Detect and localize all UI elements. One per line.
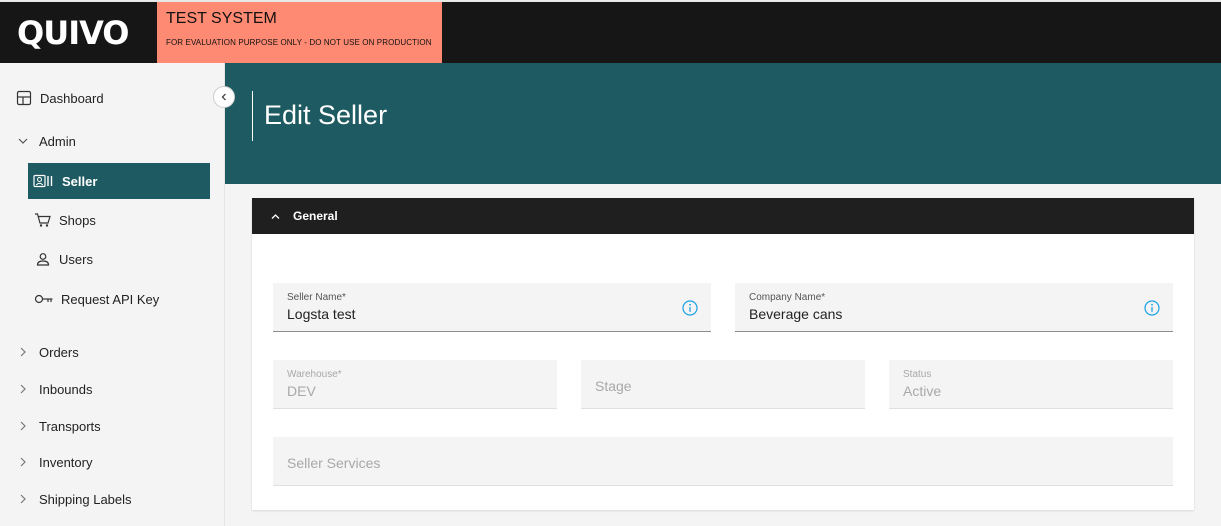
company-name-field[interactable]: Company Name* Beverage cans: [735, 283, 1173, 332]
seller-icon: [33, 172, 55, 190]
page-header: Edit Seller: [225, 63, 1221, 184]
sidebar-item-request-api-key[interactable]: Request API Key: [0, 281, 225, 317]
sidebar-item-inbounds[interactable]: Inbounds: [0, 371, 225, 407]
sidebar-item-label: Orders: [39, 344, 79, 360]
general-section-header[interactable]: General: [252, 198, 1194, 234]
sidebar-item-label: Transports: [39, 418, 101, 434]
sidebar-item-shipping-labels[interactable]: Shipping Labels: [0, 481, 225, 517]
warehouse-field: Warehouse* DEV: [273, 360, 557, 409]
sidebar-item-seller[interactable]: Seller: [28, 163, 210, 199]
sidebar-item-label: Inbounds: [39, 381, 93, 397]
sidebar: Dashboard Admin Seller Shops Users Reque…: [0, 63, 225, 526]
quivo-logo[interactable]: QUIVO: [17, 15, 129, 51]
sidebar-item-admin[interactable]: Admin: [0, 123, 225, 159]
seller-name-value: Logsta test: [287, 306, 356, 322]
chevron-right-icon: [17, 417, 29, 435]
info-icon[interactable]: [1144, 300, 1160, 316]
seller-services-placeholder: Seller Services: [287, 455, 381, 471]
section-title: General: [293, 209, 338, 223]
chevron-right-icon: [17, 343, 29, 361]
sidebar-item-label: Request API Key: [61, 291, 160, 307]
collapse-sidebar-button[interactable]: [213, 86, 235, 108]
key-icon: [34, 290, 54, 308]
chevron-right-icon: [17, 380, 29, 398]
sidebar-item-label: Users: [59, 251, 93, 267]
company-name-value: Beverage cans: [749, 306, 843, 322]
chevron-right-icon: [17, 453, 29, 471]
sidebar-item-label: Shops: [59, 212, 96, 228]
test-system-title: TEST SYSTEM: [166, 10, 277, 27]
sidebar-item-dashboard[interactable]: Dashboard: [0, 80, 225, 116]
status-label: Status: [903, 369, 932, 380]
user-icon: [34, 250, 52, 268]
stage-field: Stage: [581, 360, 865, 409]
warehouse-value: DEV: [287, 383, 316, 399]
seller-services-field: Seller Services: [273, 437, 1173, 486]
sidebar-item-label: Seller: [62, 173, 98, 189]
header-divider: [252, 91, 253, 141]
sidebar-item-users[interactable]: Users: [0, 241, 225, 277]
sidebar-item-label: Admin: [39, 133, 76, 149]
sidebar-item-label: Dashboard: [40, 90, 104, 106]
chevron-down-icon: [17, 132, 29, 150]
chevron-right-icon: [17, 490, 29, 508]
dashboard-icon: [15, 89, 33, 107]
company-name-label: Company Name*: [749, 292, 826, 303]
info-icon[interactable]: [682, 300, 698, 316]
top-bar: QUIVO TEST SYSTEM FOR EVALUATION PURPOSE…: [0, 0, 1221, 63]
stage-placeholder: Stage: [595, 378, 632, 394]
test-system-banner: TEST SYSTEM FOR EVALUATION PURPOSE ONLY …: [157, 2, 442, 63]
general-section: General Seller Name* Logsta test Company…: [252, 198, 1194, 510]
sidebar-item-shops[interactable]: Shops: [0, 202, 225, 238]
status-field: Status Active: [889, 360, 1173, 409]
warehouse-label: Warehouse*: [287, 369, 342, 380]
sidebar-item-orders[interactable]: Orders: [0, 334, 225, 370]
page-title: Edit Seller: [264, 100, 388, 130]
chevron-up-icon: [270, 211, 281, 222]
sidebar-item-label: Shipping Labels: [39, 491, 132, 507]
test-system-note: FOR EVALUATION PURPOSE ONLY - DO NOT USE…: [166, 38, 432, 47]
seller-name-label: Seller Name*: [287, 292, 346, 303]
status-value: Active: [903, 383, 942, 399]
chevron-left-icon: [219, 92, 229, 102]
sidebar-item-transports[interactable]: Transports: [0, 408, 225, 444]
sidebar-item-label: Inventory: [39, 454, 93, 470]
sidebar-item-inventory[interactable]: Inventory: [0, 444, 225, 480]
cart-icon: [34, 211, 52, 229]
seller-name-field[interactable]: Seller Name* Logsta test: [273, 283, 711, 332]
